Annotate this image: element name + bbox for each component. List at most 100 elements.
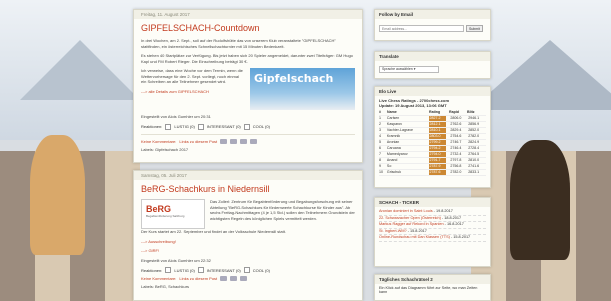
berg-logo[interactable]: BeRG Begabtenförderung Salzburg [141, 199, 205, 229]
post-paragraph: Das Zollerl: Zentrum für Begabtenförderu… [210, 199, 355, 221]
post-paragraph: Der Kurs startet am 22. September und fi… [141, 229, 286, 234]
player-name: Grischuk [386, 170, 402, 174]
language-select[interactable]: Sprache auswählen ▾ [379, 66, 439, 73]
player-rating: 2794.0 [428, 152, 447, 157]
reaction-checkbox[interactable] [197, 123, 204, 130]
reaction-label: COOL (0) [252, 124, 270, 129]
player-rapid: 2754.6 [450, 134, 462, 138]
ticker-item[interactable]: Online-Rundschau mit Dan Klassen (TTS) -… [379, 235, 486, 242]
ticker-link[interactable]: St. Ingbert-WM? [379, 229, 407, 233]
post-paragraph: Ich verweise, dass eine Woche vor dem Te… [141, 68, 243, 84]
rank-number: 8 [379, 158, 381, 162]
player-rapid: 2762.6 [450, 122, 462, 126]
reaction-label: LUSTIG (0) [174, 267, 195, 273]
player-rating: 2791.7 [428, 158, 447, 163]
post-title[interactable]: GIPFELSCHACH-Countdown [141, 23, 355, 33]
reaction-checkbox[interactable] [197, 267, 204, 273]
ticker-link[interactable]: Markus Ragger auf Rekord in Spanien [379, 222, 444, 226]
chess-piece [510, 140, 570, 260]
player-rating: 2787.9 [428, 164, 447, 169]
rank-number: 3 [379, 128, 381, 132]
player-rating: 2812.1 [428, 122, 447, 127]
player-blitz: 2810.0 [468, 158, 480, 162]
player-rating: 2799.2 [428, 140, 447, 145]
elo-live-widget: Elo Live Live Chess Ratings - 2700chess.… [374, 86, 491, 188]
player-name: Mamedyarov [386, 152, 408, 156]
live-update: Update: 19 August 2013, 13:06 GMT [379, 103, 447, 108]
post-paragraph: In drei Wochen, am 2. Sept., soll auf de… [141, 38, 336, 49]
twitter-share-icon[interactable] [240, 276, 248, 281]
posted-by: Eingestellt von Alois Gumhler um 20:31 [141, 114, 211, 119]
ticker-link[interactable]: Online-Rundschau mit Dan Klassen (TTS) [379, 235, 450, 239]
reactions-label: Reaktionen: [141, 124, 163, 129]
reaction-checkbox[interactable] [165, 123, 172, 130]
player-name: Vachier-Lagrave [386, 128, 414, 132]
details-link[interactable]: ---> GIRF! [141, 248, 355, 254]
gipfelschach-image[interactable]: Gipfelschach [250, 68, 355, 110]
image-caption: Gipfelschach [254, 72, 334, 85]
follow-widget: Follow by Email Submit [374, 9, 491, 41]
rank-number: 9 [379, 164, 381, 168]
rank-row[interactable]: 10 Grischuk 2787.6 2782.0 2833.1 [379, 170, 486, 176]
facebook-share-icon[interactable] [250, 138, 258, 144]
comments-link[interactable]: Keine Kommentare: [141, 139, 176, 144]
ticker-widget: SCHACH - TICKER Aronian dominiert in Sai… [374, 197, 491, 267]
logo-text: BeRG [146, 204, 172, 214]
widget-title: Elo Live [375, 87, 490, 96]
reaction-checkbox[interactable] [243, 123, 250, 130]
rank-col-header: Rapid [449, 110, 459, 114]
ticker-date: - 15.8.2017 [449, 235, 471, 239]
player-blitz: 2782.0 [468, 134, 480, 138]
player-blitz: 2728.4 [468, 146, 480, 150]
blog-share-icon[interactable] [230, 276, 238, 281]
player-blitz: 2741.6 [468, 164, 480, 168]
post-date: Samstag, 05. Juli 2017 [134, 171, 362, 180]
post-link[interactable]: Links zu diesem Post [179, 276, 217, 281]
email-share-icon[interactable] [220, 276, 228, 281]
ticker-link[interactable]: Aronian dominiert in Saint Louis [379, 209, 433, 213]
rank-number: 10 [379, 170, 383, 174]
player-name: So [386, 164, 392, 168]
puzzle-widget: Tägliches Schachrätsel 2 Ein Klick auf d… [374, 274, 491, 301]
player-rating: 2794.2 [428, 146, 447, 151]
twitter-share-icon[interactable] [240, 138, 248, 144]
player-blitz: 2764.5 [468, 152, 480, 156]
post-title[interactable]: BeRG-Schachkurs in Niedernsill [141, 184, 355, 194]
rank-number: 2 [379, 122, 381, 126]
details-link[interactable]: ---> Ausschreibung! [141, 239, 355, 245]
submit-button[interactable]: Submit [466, 25, 483, 32]
chess-piece [30, 135, 85, 255]
reaction-checkbox[interactable] [243, 267, 250, 273]
ticker-link[interactable]: 22. Schwarzacher Open (Österreich) [379, 216, 441, 220]
reaction-label: COOL (0) [252, 267, 270, 273]
widget-title: Translate [375, 52, 490, 61]
player-rapid: 2746.7 [450, 140, 462, 144]
mountain [20, 40, 140, 100]
player-rapid: 2732.4 [450, 152, 462, 156]
rank-col-header: Blitz [467, 110, 475, 114]
rank-number: 7 [379, 152, 381, 156]
reaction-checkbox[interactable] [165, 267, 172, 273]
player-blitz: 2856.9 [468, 122, 480, 126]
post-paragraph: Es stehen 40 Startplätze zur Verfügung. … [141, 53, 353, 64]
reaction-label: INTERESSANT (0) [206, 124, 241, 129]
post-link[interactable]: Links zu diesem Post [179, 139, 217, 144]
player-name: Kasparov [386, 122, 403, 126]
details-link[interactable]: ---> alle Details zum GIPFELSCHACH [141, 89, 245, 95]
widget-title: Tägliches Schachrätsel 2 [375, 275, 490, 284]
rank-table: 1 Carlsen 2827.2 2806.0 2946.1 2 Kasparov 2812.… [379, 116, 486, 176]
comments-link[interactable]: Keine Kommentare: [141, 276, 176, 281]
rank-number: 1 [379, 116, 381, 120]
player-rapid: 2829.4 [450, 128, 462, 132]
puzzle-text: Ein Klick auf das Diagramm führt zur Sei… [379, 286, 478, 294]
posted-by: Eingestellt von Alois Gumhler um 22:32 [141, 257, 211, 263]
email-input[interactable] [379, 25, 464, 32]
player-rating: 2803.0 [428, 134, 447, 139]
reaction-label: LUSTIG (0) [174, 124, 195, 129]
player-rapid: 2806.0 [450, 116, 462, 120]
mountain [470, 40, 611, 110]
reactions: Reaktionen: LUSTIG (0) INTERESSANT (0) C… [141, 267, 355, 273]
blog-share-icon[interactable] [230, 138, 238, 144]
email-share-icon[interactable] [220, 138, 228, 144]
player-blitz: 2824.9 [468, 140, 480, 144]
